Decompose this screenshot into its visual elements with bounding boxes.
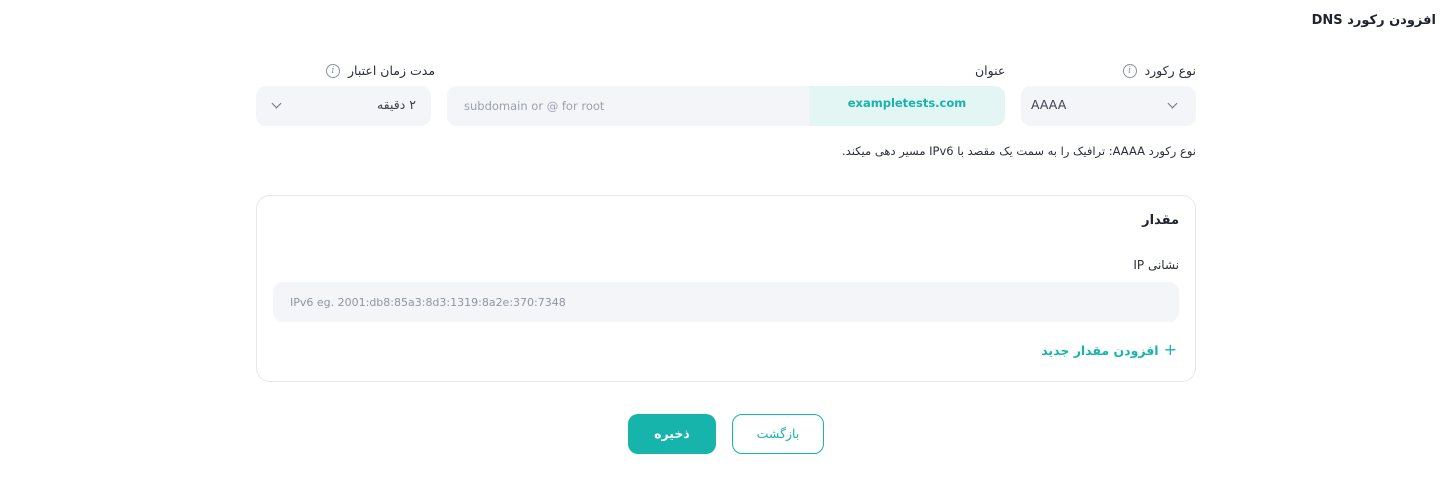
value-card-title: مقدار: [1142, 213, 1179, 228]
record-type-label: نوع رکورد: [1144, 63, 1196, 78]
add-value-label: افزودن مقدار جدید: [1041, 342, 1159, 358]
record-name-field: exampletests.com: [447, 86, 1005, 126]
info-icon[interactable]: i: [1122, 63, 1137, 78]
domain-suffix: exampletests.com: [809, 86, 1005, 126]
value-card: مقدار نشانی IP + افزودن مقدار جدید: [256, 195, 1196, 382]
save-button[interactable]: ذخیره: [628, 414, 716, 454]
add-value-button[interactable]: + افزودن مقدار جدید: [1041, 342, 1177, 358]
record-type-select[interactable]: AAAA: [1021, 86, 1196, 126]
ip-address-label: نشانی IP: [1133, 258, 1179, 272]
record-type-value: AAAA: [1031, 97, 1067, 112]
ttl-value: ۲ دقیقه: [376, 97, 416, 112]
ttl-label-group: مدت زمان اعتبار i: [326, 63, 435, 78]
back-button[interactable]: بازگشت: [732, 414, 824, 454]
subdomain-input[interactable]: [447, 86, 809, 126]
add-dns-record-page: افزودن رکورد DNS نوع رکورد i عنوان مدت ز…: [0, 0, 1456, 477]
ip-address-input[interactable]: [273, 282, 1179, 322]
record-type-hint: نوع رکورد AAAA: ترافیک را به سمت یک مقصد…: [842, 144, 1196, 158]
chevron-down-icon: [1167, 98, 1178, 109]
chevron-down-icon: [271, 98, 282, 109]
ttl-select[interactable]: ۲ دقیقه: [256, 86, 431, 126]
record-type-label-group: نوع رکورد i: [1122, 63, 1196, 78]
record-name-label: عنوان: [975, 63, 1006, 78]
info-icon[interactable]: i: [326, 63, 340, 78]
plus-icon: +: [1163, 340, 1177, 359]
ttl-label: مدت زمان اعتبار: [348, 63, 436, 78]
page-title: افزودن رکورد DNS: [1311, 13, 1436, 28]
